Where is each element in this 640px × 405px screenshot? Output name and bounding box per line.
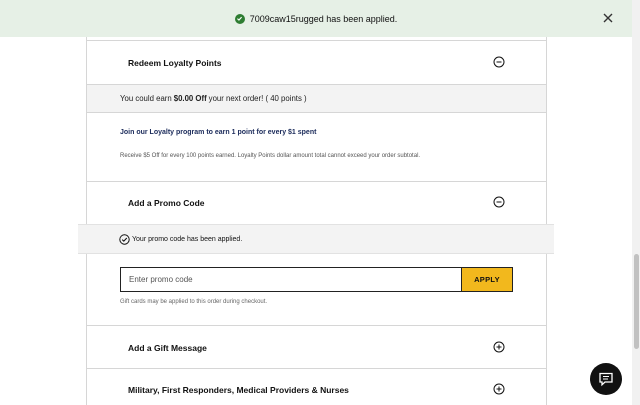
loyalty-join-link[interactable]: Join our Loyalty program to earn 1 point…: [120, 129, 316, 136]
apply-button[interactable]: APPLY: [461, 267, 513, 292]
divider: [86, 368, 547, 369]
chat-button[interactable]: [590, 363, 622, 395]
plus-circle-icon[interactable]: [493, 341, 505, 353]
loyalty-earn-amount: $0.00 Off: [173, 94, 207, 103]
chat-icon: [599, 372, 613, 387]
loyalty-earn-box: You could earn $0.00 Off your next order…: [86, 84, 547, 113]
close-icon[interactable]: [601, 11, 615, 25]
toast-message: 7009caw15rugged has been applied.: [249, 13, 398, 24]
plus-circle-icon[interactable]: [493, 383, 505, 395]
promo-applied-text: Your promo code has been applied.: [132, 235, 243, 243]
divider: [86, 40, 547, 41]
scrollbar-thumb[interactable]: [634, 254, 639, 349]
check-circle-icon: [119, 233, 130, 245]
minus-circle-icon[interactable]: [493, 196, 505, 208]
divider: [86, 181, 547, 182]
loyalty-terms: Receive $5 Off for every 100 points earn…: [120, 153, 421, 159]
gift-card-note: Gift cards may be applied to this order …: [120, 299, 268, 305]
promo-code-input[interactable]: [120, 267, 461, 292]
military-discount-title[interactable]: Military, First Responders, Medical Prov…: [128, 385, 349, 395]
minus-circle-icon[interactable]: [493, 56, 505, 68]
divider: [86, 325, 547, 326]
loyalty-section-title[interactable]: Redeem Loyalty Points: [128, 58, 222, 68]
promo-applied-message: Your promo code has been applied.: [78, 224, 554, 254]
loyalty-earn-suffix: your next order! ( 40 points ): [208, 94, 307, 103]
success-toast: 7009caw15rugged has been applied.: [0, 0, 632, 37]
loyalty-earn-prefix: You could earn: [120, 94, 172, 103]
gift-message-title[interactable]: Add a Gift Message: [128, 343, 207, 353]
promo-section-title[interactable]: Add a Promo Code: [128, 198, 205, 208]
check-circle-icon: [234, 13, 245, 24]
